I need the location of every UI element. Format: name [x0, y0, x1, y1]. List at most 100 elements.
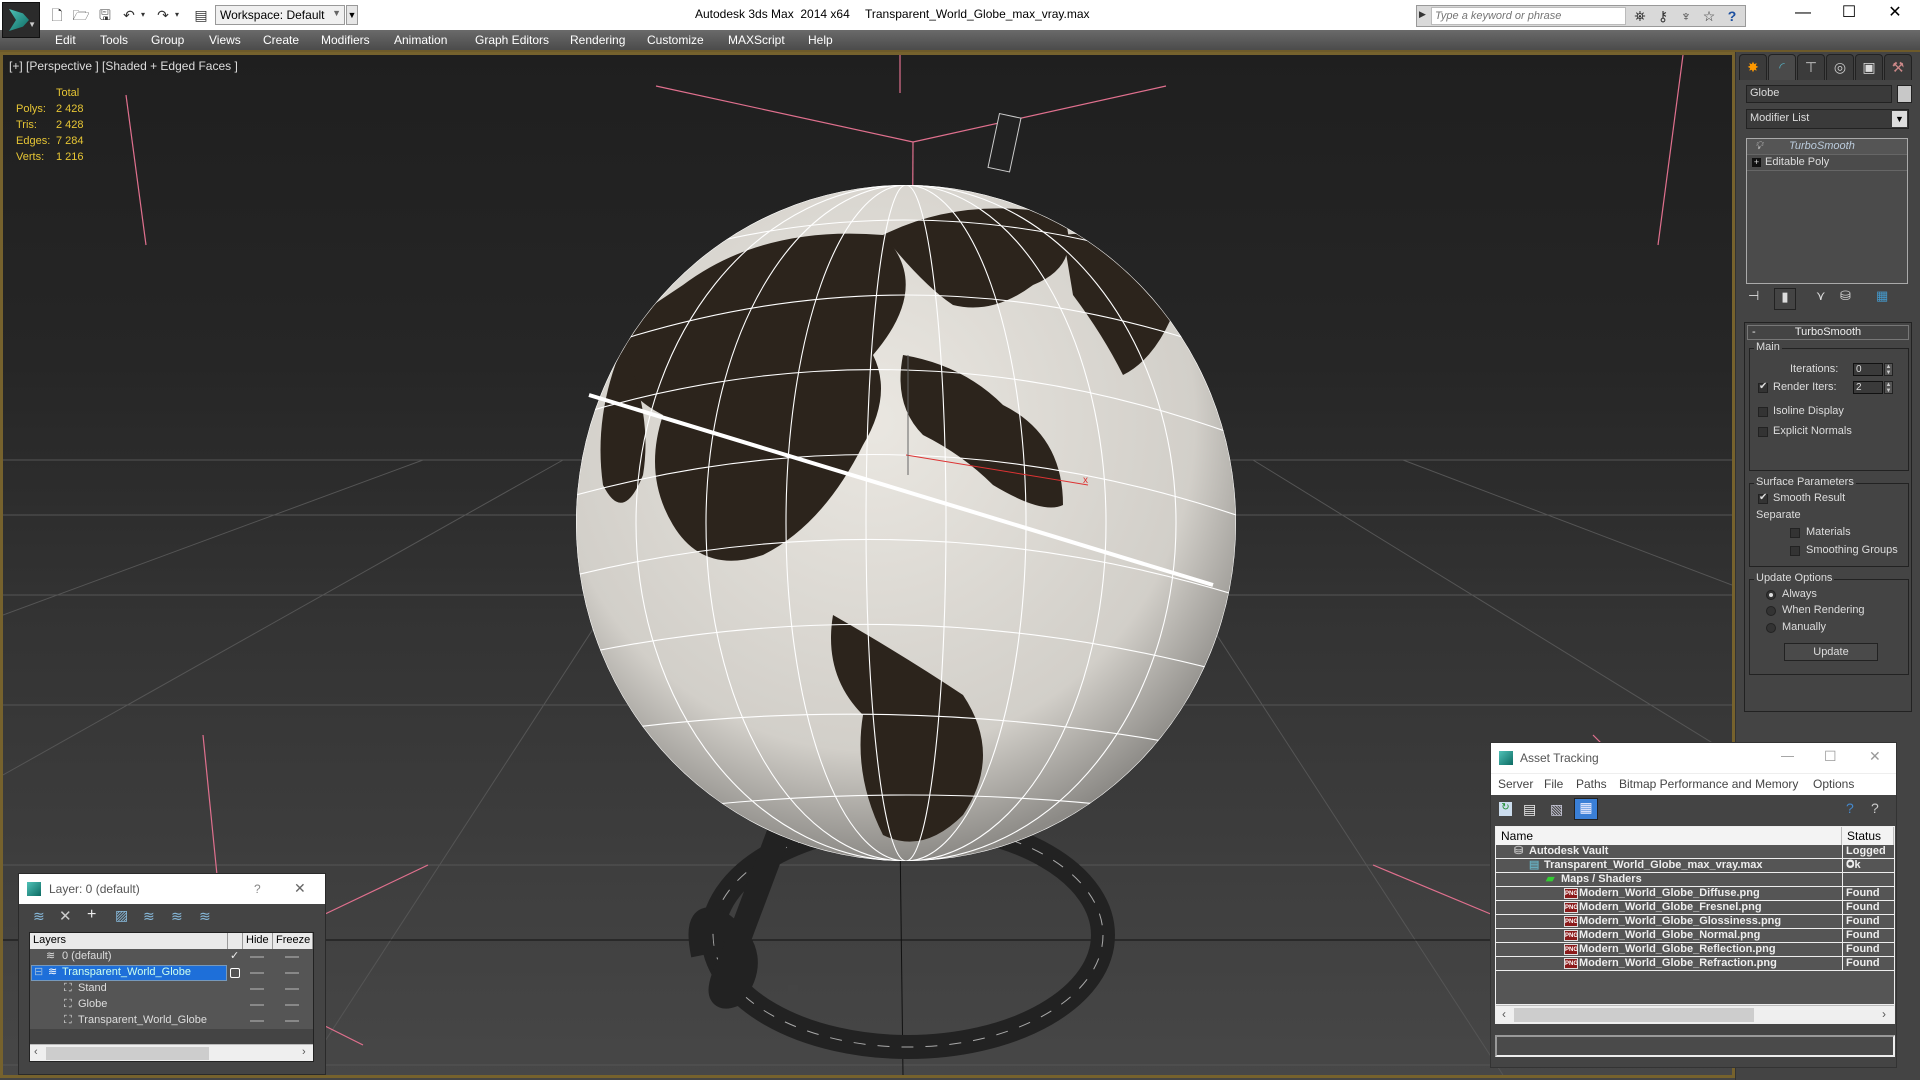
new-file-icon[interactable]: 🗋 — [48, 6, 66, 24]
maximize-button[interactable]: ☐ — [1826, 0, 1872, 30]
tab-utilities[interactable]: ⚒ — [1884, 54, 1912, 80]
key-icon[interactable]: ⚷ — [1653, 7, 1673, 25]
scroll-left-icon[interactable]: ‹ — [34, 1046, 38, 1058]
iterations-spinner-arrows[interactable]: ▲ ▼ — [1884, 363, 1893, 376]
render-iters-spinner-arrows[interactable]: ▲ ▼ — [1884, 381, 1893, 394]
modifier-list-dropdown[interactable]: Modifier List ▼ — [1746, 109, 1909, 129]
tab-modify[interactable]: ◜ — [1768, 54, 1796, 80]
satellite-icon[interactable]: ♆ — [1676, 7, 1696, 25]
menu-views[interactable]: Views — [209, 33, 241, 47]
remove-modifier-icon[interactable]: ⛁ — [1840, 288, 1851, 310]
freeze-toggle[interactable] — [285, 988, 299, 990]
menu-maxscript[interactable]: MAXScript — [728, 33, 785, 47]
layer-row[interactable]: ≋ 0 (default) ✓ — [30, 949, 313, 965]
table-view-icon[interactable]: ▦ — [1574, 798, 1598, 820]
delete-layer-icon[interactable]: ✕ — [59, 907, 72, 925]
menu-options[interactable]: Options — [1813, 777, 1854, 791]
materials-checkbox[interactable] — [1790, 528, 1800, 538]
asset-row[interactable]: ⛁ Autodesk Vault Logged O — [1496, 845, 1894, 870]
create-layer-icon[interactable]: ≋ — [33, 908, 45, 925]
minimize-button[interactable]: — — [1780, 0, 1826, 30]
expand-plus-icon[interactable]: + — [1752, 158, 1761, 167]
update-button[interactable]: Update — [1784, 643, 1878, 661]
star-icon[interactable]: ☆ — [1699, 7, 1719, 25]
column-header-layers[interactable]: Layers — [30, 933, 228, 949]
tab-hierarchy[interactable]: ⊤ — [1797, 54, 1825, 80]
scrollbar-thumb[interactable] — [1514, 1008, 1754, 1022]
asset-row[interactable]: PNG Modern_World_Globe_Reflection.png Foun… — [1496, 943, 1894, 957]
object-row[interactable]: ⛶ Stand — [30, 981, 313, 997]
hide-toggle[interactable] — [250, 1004, 264, 1006]
workspace-dropdown[interactable]: Workspace: Default ▼ — [215, 5, 345, 25]
current-layer-box[interactable] — [230, 968, 240, 978]
column-header-hide[interactable]: Hide — [243, 933, 273, 949]
expand-arrow-icon[interactable]: ▶ — [1419, 9, 1426, 20]
asset-row[interactable]: PNG Modern_World_Globe_Diffuse.png Found — [1496, 887, 1894, 901]
save-icon[interactable]: 🖫 — [96, 6, 114, 24]
render-iters-spinner[interactable]: 2 — [1853, 381, 1883, 394]
lightbulb-icon[interactable]: 💡︎ — [1755, 140, 1763, 153]
freeze-toggle[interactable] — [285, 1004, 299, 1006]
smooth-result-checkbox[interactable] — [1758, 492, 1768, 504]
viewport-label[interactable]: [+] [Perspective ] [Shaded + Edged Faces… — [9, 59, 238, 73]
menu-tools[interactable]: Tools — [100, 33, 128, 47]
asset-dialog-titlebar[interactable]: Asset Tracking — ☐ ✕ — [1491, 743, 1896, 773]
tree-view-icon[interactable]: ▧ — [1550, 801, 1563, 818]
radio-manually[interactable] — [1766, 623, 1776, 633]
workspace-menu-button[interactable]: ▼ — [346, 5, 358, 25]
menu-rendering[interactable]: Rendering — [570, 33, 625, 47]
column-header-name[interactable]: Name — [1496, 827, 1842, 845]
app-menu-button[interactable]: ▼ — [2, 2, 40, 38]
menu-graph-editors[interactable]: Graph Editors — [475, 33, 549, 47]
layer-dialog-titlebar[interactable]: Layer: 0 (default) ? ✕ — [19, 874, 325, 904]
add-to-layer-icon[interactable]: + — [87, 906, 96, 924]
menu-group[interactable]: Group — [151, 33, 184, 47]
asset-row[interactable]: PNG Modern_World_Globe_Glossiness.png Foun… — [1496, 915, 1894, 929]
pin-stack-icon[interactable]: ⊣ — [1748, 288, 1759, 310]
radio-always[interactable] — [1766, 590, 1776, 600]
project-folder-icon[interactable]: ▤ — [192, 6, 210, 24]
explicit-normals-checkbox[interactable] — [1758, 427, 1768, 437]
asset-row[interactable]: ▤ Transparent_World_Globe_max_vray.max Ok — [1496, 859, 1894, 873]
tab-create[interactable]: ✸ — [1739, 54, 1767, 80]
horizontal-scrollbar[interactable]: ‹ › — [30, 1044, 313, 1061]
set-current-layer-icon[interactable]: ≋ — [171, 908, 183, 925]
menu-bitmap-performance[interactable]: Bitmap Performance and Memory — [1619, 777, 1798, 791]
asset-path-field[interactable] — [1495, 1035, 1895, 1057]
list-view-icon[interactable]: ▤ — [1523, 801, 1536, 818]
select-objects-icon[interactable]: ▨ — [115, 907, 128, 924]
binoculars-icon[interactable]: ⛯ — [1630, 7, 1650, 25]
rollout-header[interactable]: - TurboSmooth — [1747, 325, 1909, 340]
help-icon[interactable]: ? — [1846, 800, 1854, 816]
scroll-left-icon[interactable]: ‹ — [1502, 1007, 1506, 1021]
close-button[interactable]: ✕ — [1872, 0, 1918, 30]
redo-icon[interactable]: ↷ — [154, 6, 172, 24]
undo-icon[interactable]: ↶ — [120, 6, 138, 24]
menu-edit[interactable]: Edit — [55, 33, 76, 47]
minimize-button[interactable]: — — [1781, 748, 1794, 763]
maximize-button[interactable]: ☐ — [1824, 748, 1837, 765]
menu-help[interactable]: Help — [808, 33, 833, 47]
help-icon[interactable]: ? — [1722, 7, 1742, 25]
menu-create[interactable]: Create — [263, 33, 299, 47]
asset-row[interactable]: ▰ Maps / Shaders — [1496, 873, 1894, 887]
column-header-current[interactable] — [228, 933, 243, 949]
refresh-icon[interactable]: ↻ — [1499, 802, 1512, 816]
menu-file[interactable]: File — [1544, 777, 1563, 791]
close-button[interactable]: ✕ — [1869, 748, 1881, 765]
isoline-display-checkbox[interactable] — [1758, 407, 1768, 417]
redo-dropdown-icon[interactable]: ▾ — [172, 6, 182, 24]
help-disabled-icon[interactable]: ? — [1871, 800, 1879, 816]
configure-modifier-sets-icon[interactable]: ▦ — [1876, 288, 1888, 310]
search-input[interactable] — [1431, 7, 1626, 25]
hide-toggle[interactable] — [250, 988, 264, 990]
iterations-spinner[interactable]: 0 — [1853, 363, 1883, 376]
object-name-field[interactable]: Globe — [1746, 85, 1892, 103]
tab-display[interactable]: ▣ — [1855, 54, 1883, 80]
menu-customize[interactable]: Customize — [647, 33, 704, 47]
layer-row[interactable]: ⊟ ≋ Transparent_World_Globe — [30, 965, 313, 981]
menu-server[interactable]: Server — [1498, 777, 1533, 791]
horizontal-scrollbar[interactable]: ‹ › — [1496, 1005, 1894, 1023]
hide-toggle[interactable] — [250, 956, 264, 958]
current-checkmark-icon[interactable]: ✓ — [230, 949, 239, 964]
